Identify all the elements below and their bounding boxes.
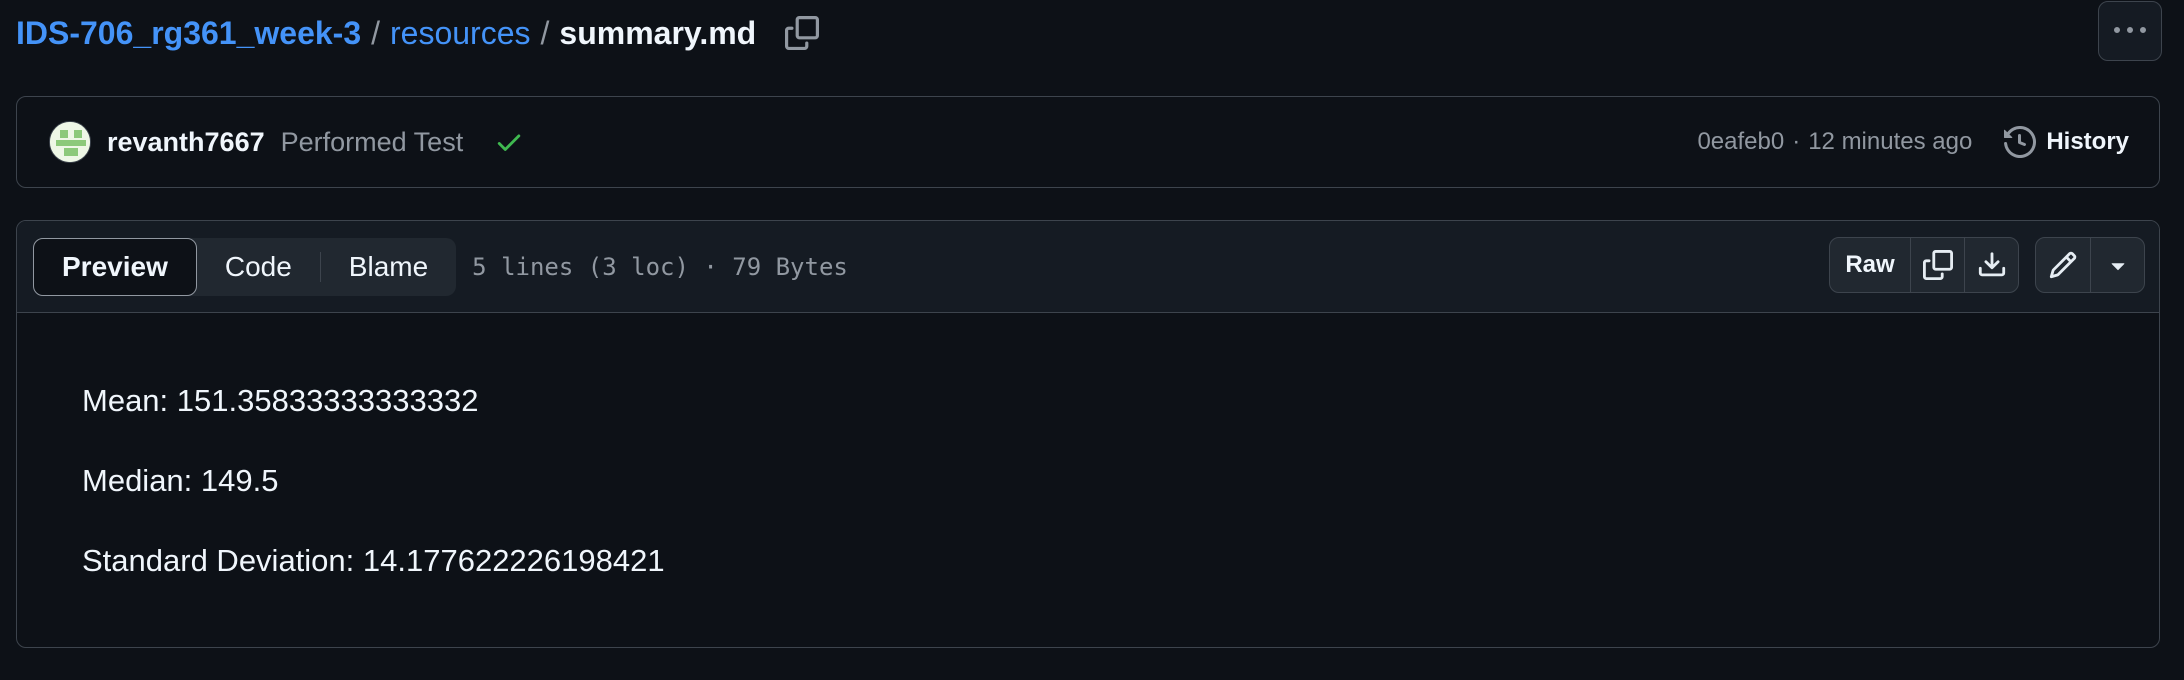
breadcrumb-file-name: summary.md — [559, 14, 757, 51]
commit-meta: 0eafeb0 · 12 minutes ago History — [1697, 126, 2129, 158]
download-icon — [1978, 252, 2005, 277]
edit-actions-group — [2035, 237, 2145, 293]
markdown-preview: Mean: 151.35833333333332 Median: 149.5 S… — [17, 313, 2159, 629]
breadcrumb-folder-link[interactable]: resources — [390, 15, 531, 52]
history-icon — [2004, 126, 2037, 158]
markdown-paragraph: Standard Deviation: 14.177622226198421 — [82, 543, 665, 578]
dot-separator: · — [1792, 128, 1801, 155]
breadcrumb-separator: / — [371, 14, 380, 51]
kebab-horizontal-icon — [2114, 27, 2146, 33]
history-button[interactable]: History — [2004, 126, 2129, 158]
commit-time: 12 minutes ago — [1808, 128, 1973, 155]
copy-icon — [1922, 250, 1953, 280]
file-size-info: 5 lines (3 loc) · 79 Bytes — [472, 252, 848, 281]
check-icon — [497, 134, 521, 151]
copy-raw-button[interactable] — [1910, 238, 1964, 292]
identicon-icon — [50, 122, 90, 162]
commit-sha[interactable]: 0eafeb0 — [1697, 128, 1784, 156]
file-actions-group: Raw — [1829, 237, 2019, 293]
markdown-paragraph: Median: 149.5 — [82, 463, 279, 498]
file-header: Preview Code Blame 5 lines (3 loc) · 79 … — [17, 221, 2159, 313]
breadcrumb-separator: / — [540, 14, 550, 51]
copy-icon — [785, 16, 820, 50]
edit-file-button[interactable] — [2036, 238, 2090, 292]
tab-blame[interactable]: Blame — [321, 238, 456, 296]
view-mode-tabs: Preview Code Blame — [33, 237, 457, 296]
breadcrumb-repo-link[interactable]: IDS-706_rg361_week-3 — [16, 15, 361, 52]
history-label: History — [2046, 128, 2129, 155]
avatar[interactable] — [49, 121, 91, 163]
breadcrumb: IDS-706_rg361_week-3 / resources / summa… — [16, 8, 822, 58]
copy-path-button[interactable] — [782, 13, 822, 53]
pencil-icon — [2049, 251, 2077, 279]
more-options-button[interactable] — [2098, 1, 2162, 61]
file-viewer: Preview Code Blame 5 lines (3 loc) · 79 … — [16, 220, 2160, 648]
commit-author[interactable]: revanth7667 — [107, 127, 265, 158]
markdown-paragraph: Mean: 151.35833333333332 — [82, 383, 479, 418]
tab-code[interactable]: Code — [197, 238, 320, 296]
download-button[interactable] — [1964, 238, 2018, 292]
tab-preview[interactable]: Preview — [33, 237, 197, 296]
edit-dropdown-button[interactable] — [2090, 238, 2144, 292]
raw-button[interactable]: Raw — [1830, 238, 1910, 292]
check-status-icon[interactable] — [493, 126, 525, 158]
latest-commit-bar: revanth7667 Performed Test 0eafeb0 · 12 … — [16, 96, 2160, 188]
commit-message[interactable]: Performed Test — [281, 127, 464, 158]
triangle-down-icon — [2111, 263, 2124, 271]
